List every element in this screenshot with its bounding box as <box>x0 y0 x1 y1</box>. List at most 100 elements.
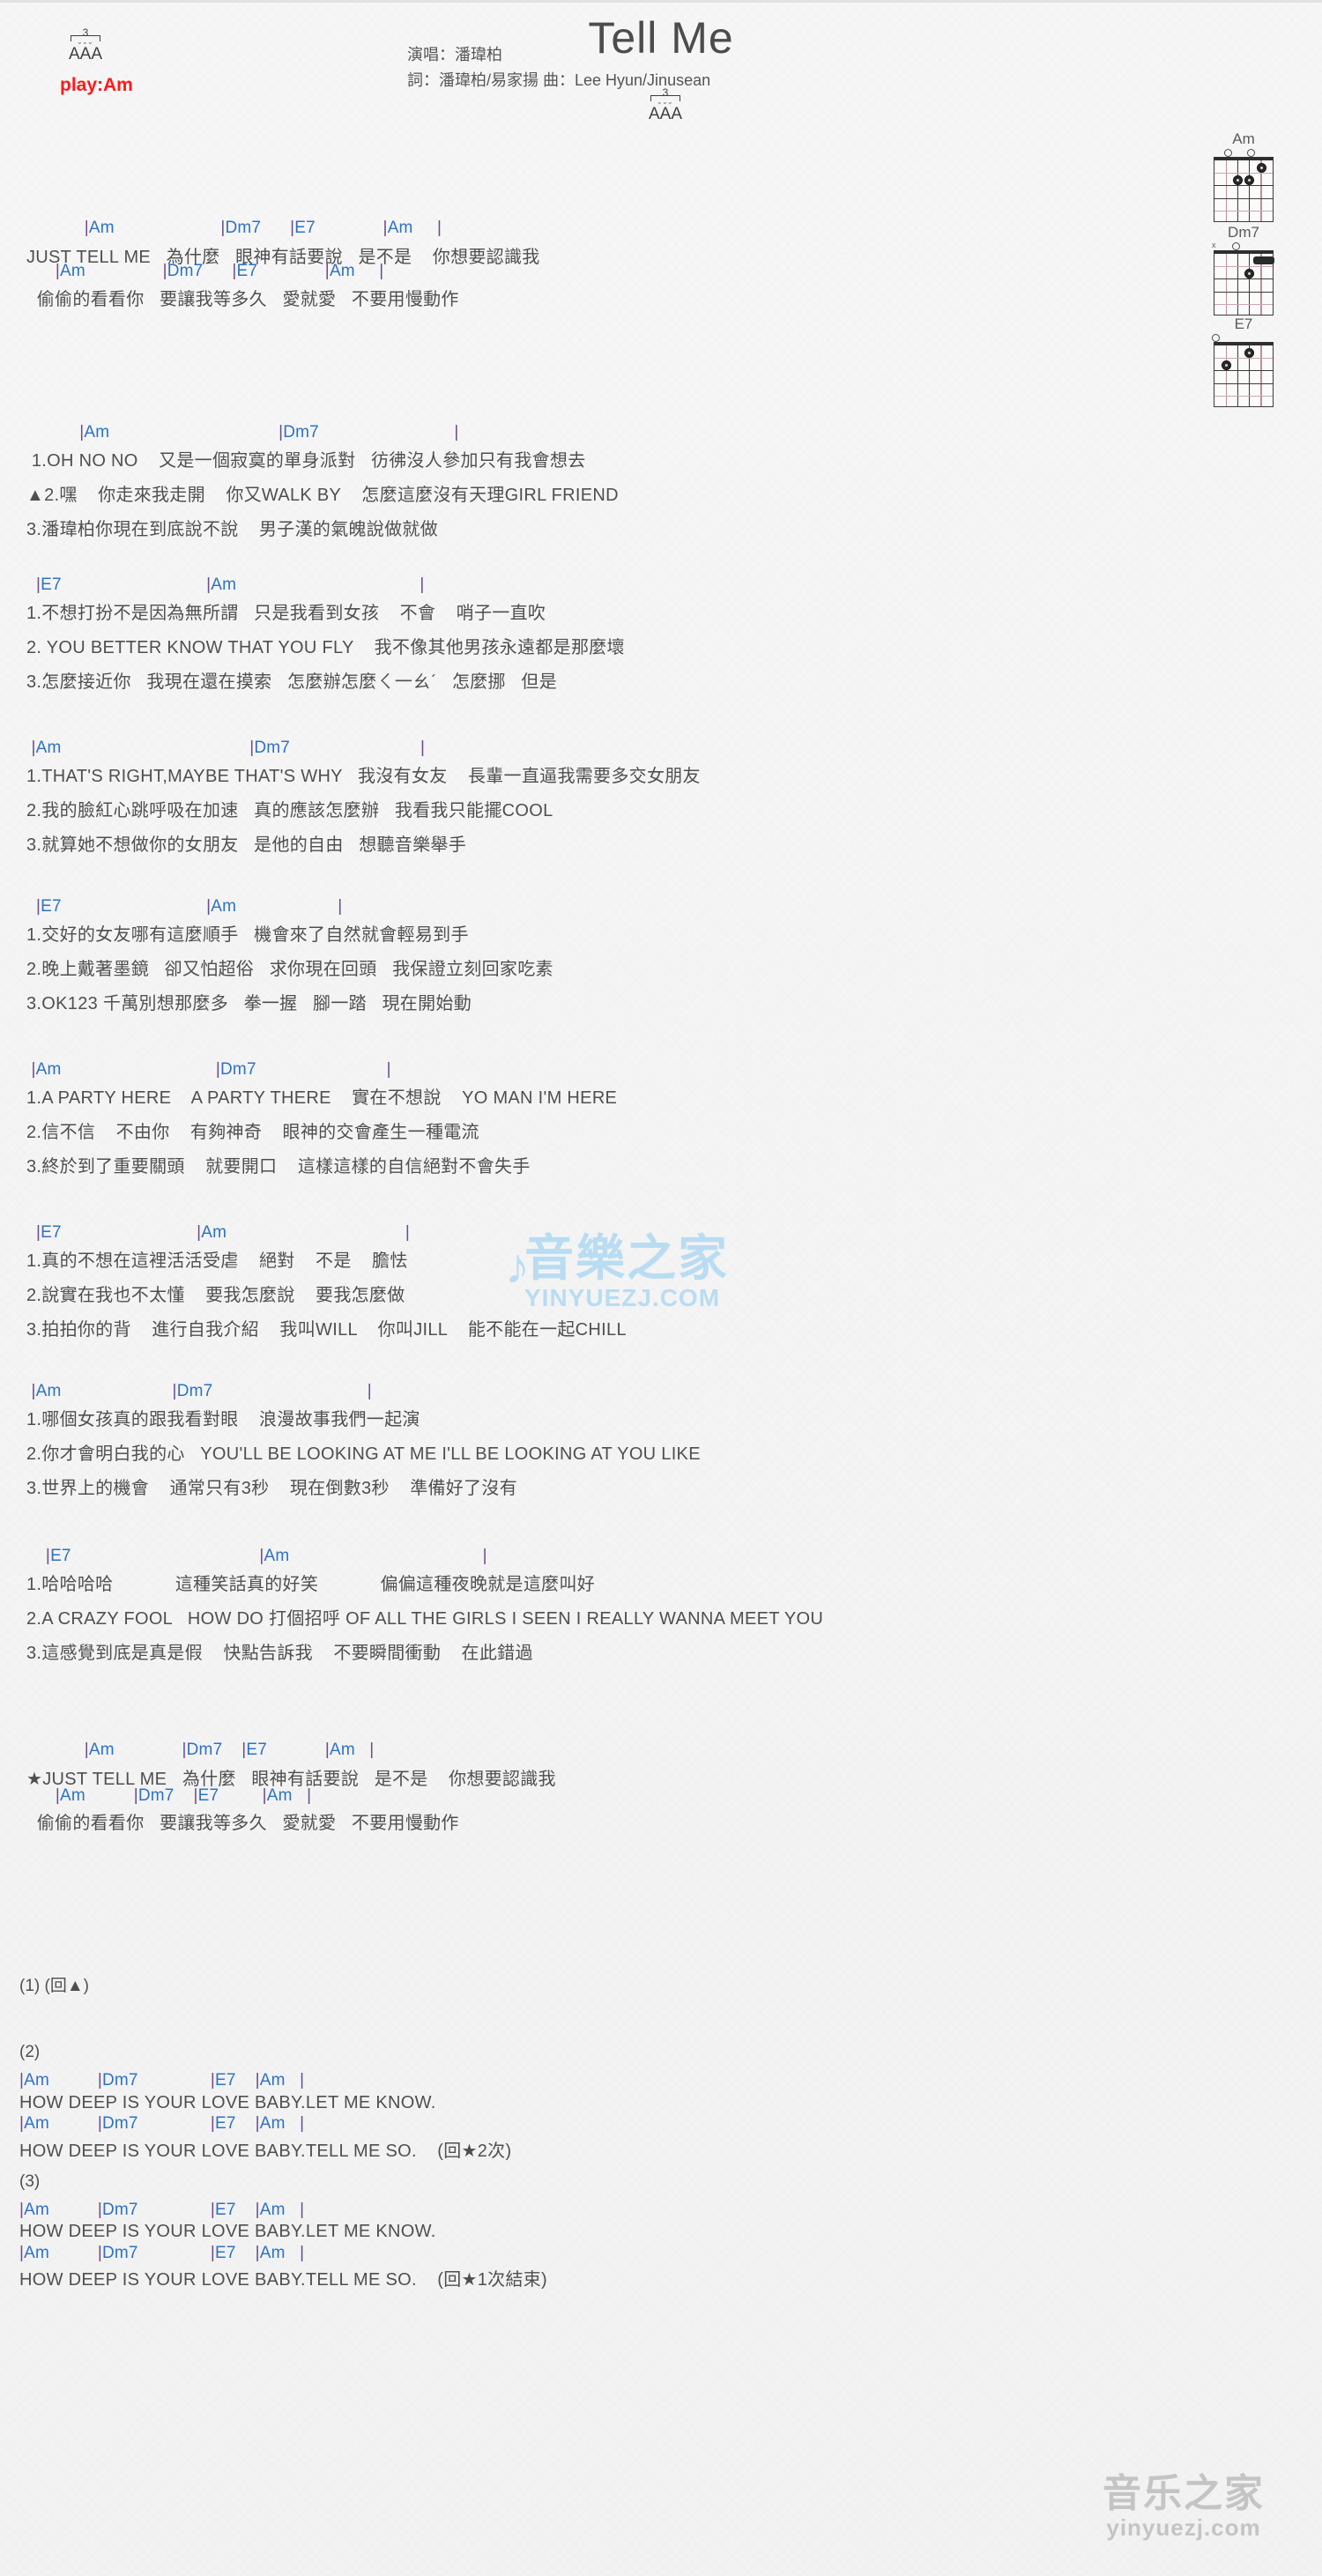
chord-label <box>26 1741 85 1759</box>
bottom-watermark: 音乐之家 yinyuezj.com <box>1056 2473 1311 2541</box>
chord-line: |Am |Dm7 |E7 |Am | <box>19 2244 304 2263</box>
music-note-icon: ♪ <box>505 1238 530 1294</box>
string-line <box>1249 160 1251 221</box>
lyric-line: 3.世界上的機會 通常只有3秒 現在倒數3秒 準備好了沒有 <box>26 1479 518 1498</box>
chord-label: E7 <box>215 2114 256 2133</box>
bar-separator: | <box>482 1547 487 1565</box>
chord-label: Am <box>387 219 437 237</box>
chord-label: Am <box>24 2071 98 2090</box>
chord-diagram-am: Am <box>1206 130 1281 222</box>
chord-label: Am <box>329 1741 370 1759</box>
singer-line: 演唱：潘瑋柏 <box>407 46 502 63</box>
muted-string-mark: x <box>1212 241 1216 249</box>
chord-label: Dm7 <box>101 2244 211 2262</box>
finger-dot <box>1244 348 1254 358</box>
bar-separator: | <box>338 897 343 916</box>
lyric-line: 3.這感覺到底是真是假 快點告訴我 不要瞬間衝動 在此錯過 <box>26 1644 533 1663</box>
chord-label: E7 <box>215 2071 256 2090</box>
chord-label: E7 <box>215 2201 256 2219</box>
chord-line: |Am |Dm7 | <box>26 423 459 442</box>
chord-label: Am <box>24 2244 98 2262</box>
chord-label: Am <box>211 575 420 594</box>
lyric-line: 1.哈哈哈哈 這種笑話真的好笑 偏偏這種夜晚就是這麼叫好 <box>26 1575 596 1594</box>
triplet-mark-1: 3 ˘˘˘ AAA <box>55 26 116 63</box>
fret-line <box>1214 304 1273 306</box>
chord-label: Am <box>84 423 279 442</box>
bar-separator: | <box>300 2244 305 2262</box>
top-rule <box>0 0 1322 3</box>
lyric-line: 3.潘瑋柏你現在到底說不說 男子漢的氣魄說做就做 <box>26 520 439 539</box>
chord-label: E7 <box>41 1223 197 1242</box>
chord-label <box>26 1547 46 1565</box>
lyric-line: 1.不想打扮不是因為無所謂 只是我看到女孩 不會 哨子一直吹 <box>26 604 546 623</box>
fret-line <box>1214 382 1273 384</box>
string-line <box>1237 345 1239 406</box>
lyric-line: 2.晚上戴著墨鏡 卻又怕超俗 求你現在回頭 我保證立刻回家吃素 <box>26 960 553 979</box>
bar-separator: | <box>300 2114 305 2133</box>
chord-label: E7 <box>41 897 207 916</box>
lyric-line: 2. YOU BETTER KNOW THAT YOU FLY 我不像其他男孩永… <box>26 638 625 657</box>
fret-line <box>1214 396 1273 397</box>
chord-label: Am <box>60 262 163 280</box>
chord-line: |Am |Dm7 |E7 |Am | <box>19 2201 304 2220</box>
lyric-line: 1.哪個女孩真的跟我看對眼 浪漫故事我們一起演 <box>26 1410 420 1429</box>
chord-label <box>26 219 85 237</box>
chord-line: |Am |Dm7 |E7 |Am | <box>26 1786 311 1806</box>
chord-label: Am <box>259 2071 301 2090</box>
lyric-line: 偷偷的看看你 要讓我等多久 愛就愛 不要用慢動作 <box>26 290 459 309</box>
chord-label: Am <box>211 897 338 916</box>
chord-label <box>26 1223 36 1242</box>
chord-line: |E7 |Am | <box>26 575 425 595</box>
bar-separator: | <box>300 2071 305 2090</box>
chord-line: |Am |Dm7 |E7 |Am | <box>19 2114 304 2134</box>
chord-label: Dm7 <box>176 1382 368 1400</box>
fret-line <box>1214 357 1273 359</box>
chord-line: |Am |Dm7 |E7 |Am | <box>19 2071 304 2090</box>
string-line <box>1225 254 1228 315</box>
chord-label: Dm7 <box>167 262 233 280</box>
finger-dot <box>1256 163 1266 173</box>
lyric-line: 3.拍拍你的背 進行自我介紹 我叫WILL 你叫JILL 能不能在一起CHILL <box>26 1320 627 1340</box>
chord-label: Dm7 <box>254 739 420 757</box>
chord-label: Dm7 <box>101 2201 211 2219</box>
play-key-label: play:Am <box>60 75 133 95</box>
finger-dot <box>1244 269 1254 278</box>
chord-diagram-name: Am <box>1232 130 1255 147</box>
chord-label: Dm7 <box>101 2114 211 2133</box>
chord-label: Dm7 <box>283 423 455 442</box>
chord-label <box>26 423 79 442</box>
bar-separator: | <box>420 739 426 757</box>
section-label-2: (2) <box>19 2043 41 2061</box>
credits-block: 演唱：潘瑋柏 詞：潘瑋柏/易家揚 曲：Lee Hyun/Jinusean <box>407 42 1112 93</box>
chord-label: Am <box>266 1786 308 1805</box>
chord-line: |Am |Dm7 | <box>26 739 425 758</box>
finger-dot <box>1221 360 1231 370</box>
bar-separator: | <box>386 1060 391 1079</box>
chord-diagram-e7: E7 <box>1206 316 1281 407</box>
open-string-markers <box>1206 147 1281 157</box>
chord-label: Am <box>24 2114 98 2133</box>
open-string-markers: x <box>1206 241 1281 250</box>
section-label-1: (1) (回▲) <box>19 1977 89 1995</box>
chord-diagram-name: Dm7 <box>1228 224 1259 241</box>
chord-label: Dm7 <box>225 219 291 237</box>
bar-separator: | <box>369 1741 375 1759</box>
triplet-number: 3 <box>662 86 669 99</box>
lyric-line: HOW DEEP IS YOUR LOVE BABY.LET ME KNOW. <box>19 2222 436 2241</box>
string-line <box>1225 345 1228 406</box>
chord-label: Am <box>35 1060 216 1079</box>
bar-separator: | <box>379 262 384 280</box>
open-string-dot <box>1232 242 1240 250</box>
lyric-line: 2.你才會明白我的心 YOU'LL BE LOOKING AT ME I'LL … <box>26 1444 701 1464</box>
lyric-line: 1.A PARTY HERE A PARTY THERE 實在不想說 YO MA… <box>26 1088 618 1108</box>
lyric-line: ▲2.嘿 你走來我走開 你又WALK BY 怎麼這麼沒有天理GIRL FRIEN… <box>26 486 619 505</box>
chord-diagram-dm7: Dm7 x <box>1206 224 1281 316</box>
chord-label: Am <box>35 1382 173 1400</box>
lyricist-composer-line: 詞：潘瑋柏/易家揚 曲：Lee Hyun/Jinusean <box>407 71 711 89</box>
lyric-line: 3.OK123 千萬別想那麼多 拳一握 腳一踏 現在開始動 <box>26 994 472 1013</box>
chord-label: E7 <box>215 2244 256 2262</box>
chord-label: Am <box>201 1223 405 1242</box>
bar-separator: | <box>405 1223 411 1242</box>
chord-label: Am <box>329 262 380 280</box>
chord-label <box>26 575 36 594</box>
